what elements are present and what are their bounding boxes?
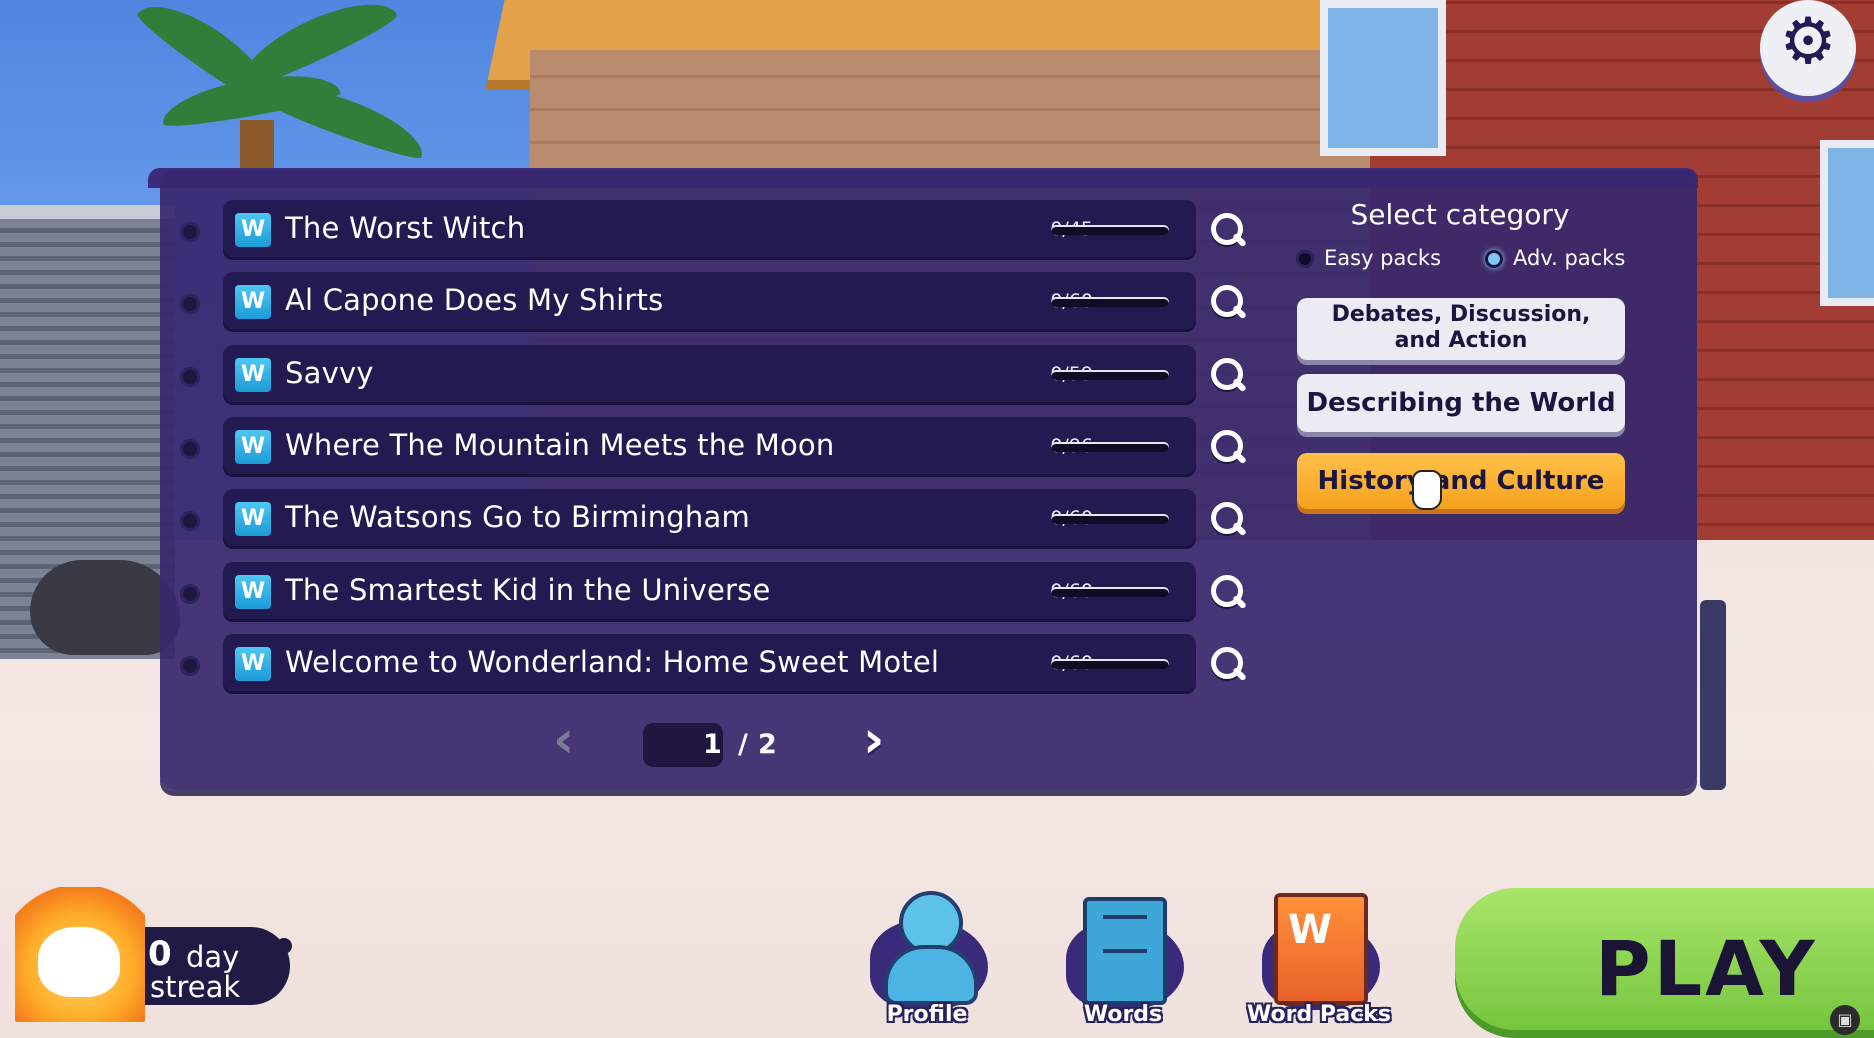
streak-unit: day xyxy=(186,940,240,974)
pack-item[interactable]: WAl Capone Does My Shirts0/60 xyxy=(223,272,1196,333)
book-icon xyxy=(1083,897,1167,1005)
pack-title: The Smartest Kid in the Universe xyxy=(285,572,771,607)
words-label: Words xyxy=(1083,1002,1163,1027)
total-pages: 2 xyxy=(758,729,777,760)
current-page: 1 xyxy=(703,729,722,760)
word-pack-icon: W xyxy=(235,357,271,392)
pack-item[interactable]: WThe Smartest Kid in the Universe0/60 xyxy=(223,561,1196,622)
preview-pack-button[interactable] xyxy=(1208,572,1250,614)
play-button[interactable]: PLAY xyxy=(1455,888,1874,1038)
prev-page-button[interactable]: ‹ xyxy=(553,714,593,767)
pack-title: The Watsons Go to Birmingham xyxy=(285,500,750,535)
radio-on-icon xyxy=(1485,250,1503,268)
pack-title: Savvy xyxy=(285,355,374,390)
word-packs-icon: W xyxy=(1274,893,1368,1005)
pack-select-radio[interactable] xyxy=(180,511,200,532)
pager: ‹ 1 / 2 › xyxy=(553,714,933,771)
category-label: Describing the World xyxy=(1306,388,1616,418)
post xyxy=(1700,600,1726,790)
pack-item[interactable]: WWhere The Mountain Meets the Moon0/96 xyxy=(223,416,1196,477)
profile-button[interactable]: Profile xyxy=(852,885,1002,1035)
pack-progress-bar xyxy=(1051,586,1169,597)
category-label-line2: and Action xyxy=(1394,328,1528,353)
streak-label: streak xyxy=(150,970,241,1004)
pack-select-radio[interactable] xyxy=(180,655,200,676)
pack-item[interactable]: WSavvy0/59 xyxy=(223,344,1196,405)
preview-pack-button[interactable] xyxy=(1208,427,1250,469)
preview-pack-button[interactable] xyxy=(1208,282,1250,324)
play-label: PLAY xyxy=(1595,924,1818,1013)
radio-off-icon xyxy=(1296,250,1314,268)
category-label: History and Culture xyxy=(1317,466,1605,496)
page-separator: / xyxy=(738,729,748,760)
streak-count: 0 xyxy=(148,934,172,974)
pack-row: WThe Smartest Kid in the Universe0/60 xyxy=(160,561,1420,624)
pointer-cursor-icon xyxy=(1412,470,1442,510)
pack-title: Al Capone Does My Shirts xyxy=(285,283,664,318)
words-button[interactable]: Words xyxy=(1048,885,1198,1035)
word-packs-button[interactable]: W Word Packs xyxy=(1244,885,1394,1035)
pack-row: WAl Capone Does My Shirts0/60 xyxy=(160,272,1420,334)
streak-dot xyxy=(276,938,292,954)
easy-packs-label: Easy packs xyxy=(1324,246,1442,270)
day-streak-badge: 0 day streak xyxy=(10,882,300,1032)
word-pack-icon: W xyxy=(235,213,271,247)
pack-item[interactable]: W Welcome to Wonderland: Home Sweet Motel… xyxy=(223,633,1196,694)
preview-pack-button[interactable] xyxy=(1208,210,1250,252)
pack-row: WSavvy0/59 xyxy=(160,344,1420,407)
word-pack-icon: W xyxy=(235,502,271,537)
pack-title: Where The Mountain Meets the Moon xyxy=(285,427,835,462)
pack-progress-bar xyxy=(1051,225,1169,235)
window xyxy=(1820,140,1874,306)
preview-pack-button[interactable] xyxy=(1208,644,1250,686)
trash-bag xyxy=(30,560,180,655)
next-page-button[interactable]: › xyxy=(863,714,903,767)
category-title: Select category xyxy=(1350,198,1570,231)
pack-item[interactable]: WThe Watsons Go to Birmingham0/60 xyxy=(223,489,1196,550)
pack-select-radio[interactable] xyxy=(180,222,200,242)
mascot-face-icon xyxy=(38,927,120,997)
adv-packs-label: Adv. packs xyxy=(1513,246,1626,270)
pack-progress-bar xyxy=(1051,514,1169,525)
word-pack-icon: W xyxy=(235,285,271,320)
category-label-line1: Debates, Discussion, xyxy=(1331,302,1591,327)
word-packs-label: Word Packs xyxy=(1247,1002,1391,1027)
category-describing-button[interactable]: Describing the World xyxy=(1297,374,1625,432)
pack-progress-bar xyxy=(1051,369,1169,380)
category-history-button[interactable]: History and Culture xyxy=(1297,453,1625,509)
profile-icon-body xyxy=(884,945,978,1005)
pack-row: WWhere The Mountain Meets the Moon0/96 xyxy=(160,416,1420,479)
pack-item[interactable]: WThe Worst Witch0/45 xyxy=(223,200,1196,260)
profile-label: Profile xyxy=(886,1002,968,1027)
search-icon-handle xyxy=(1232,232,1247,248)
preview-pack-button[interactable] xyxy=(1208,355,1250,397)
screen-capture-icon[interactable]: ▣ xyxy=(1830,1005,1860,1035)
word-pack-icon: W xyxy=(235,429,271,464)
word-pack-icon: W xyxy=(235,646,271,681)
category-debates-button[interactable]: Debates, Discussion, and Action xyxy=(1297,298,1625,360)
pack-progress-bar xyxy=(1051,441,1169,452)
pack-select-radio[interactable] xyxy=(180,438,200,459)
pack-title: Welcome to Wonderland: Home Sweet Motel xyxy=(285,644,940,679)
pack-select-radio[interactable] xyxy=(180,294,200,315)
pack-progress-bar xyxy=(1051,297,1169,308)
pack-row: WThe Worst Witch0/45 xyxy=(160,200,1420,262)
gear-icon: ⚙ xyxy=(1779,5,1837,79)
word-pack-icon: W xyxy=(235,574,271,609)
pack-title: The Worst Witch xyxy=(285,211,526,245)
preview-pack-button[interactable] xyxy=(1208,499,1250,541)
pack-row: W Welcome to Wonderland: Home Sweet Motel… xyxy=(160,633,1420,696)
window xyxy=(1320,0,1446,156)
pack-select-radio[interactable] xyxy=(180,583,200,604)
pack-progress-bar xyxy=(1051,658,1169,669)
pack-row: WThe Watsons Go to Birmingham0/60 xyxy=(160,489,1420,551)
settings-button[interactable]: ⚙ xyxy=(1760,0,1856,96)
pack-select-radio[interactable] xyxy=(180,366,200,387)
